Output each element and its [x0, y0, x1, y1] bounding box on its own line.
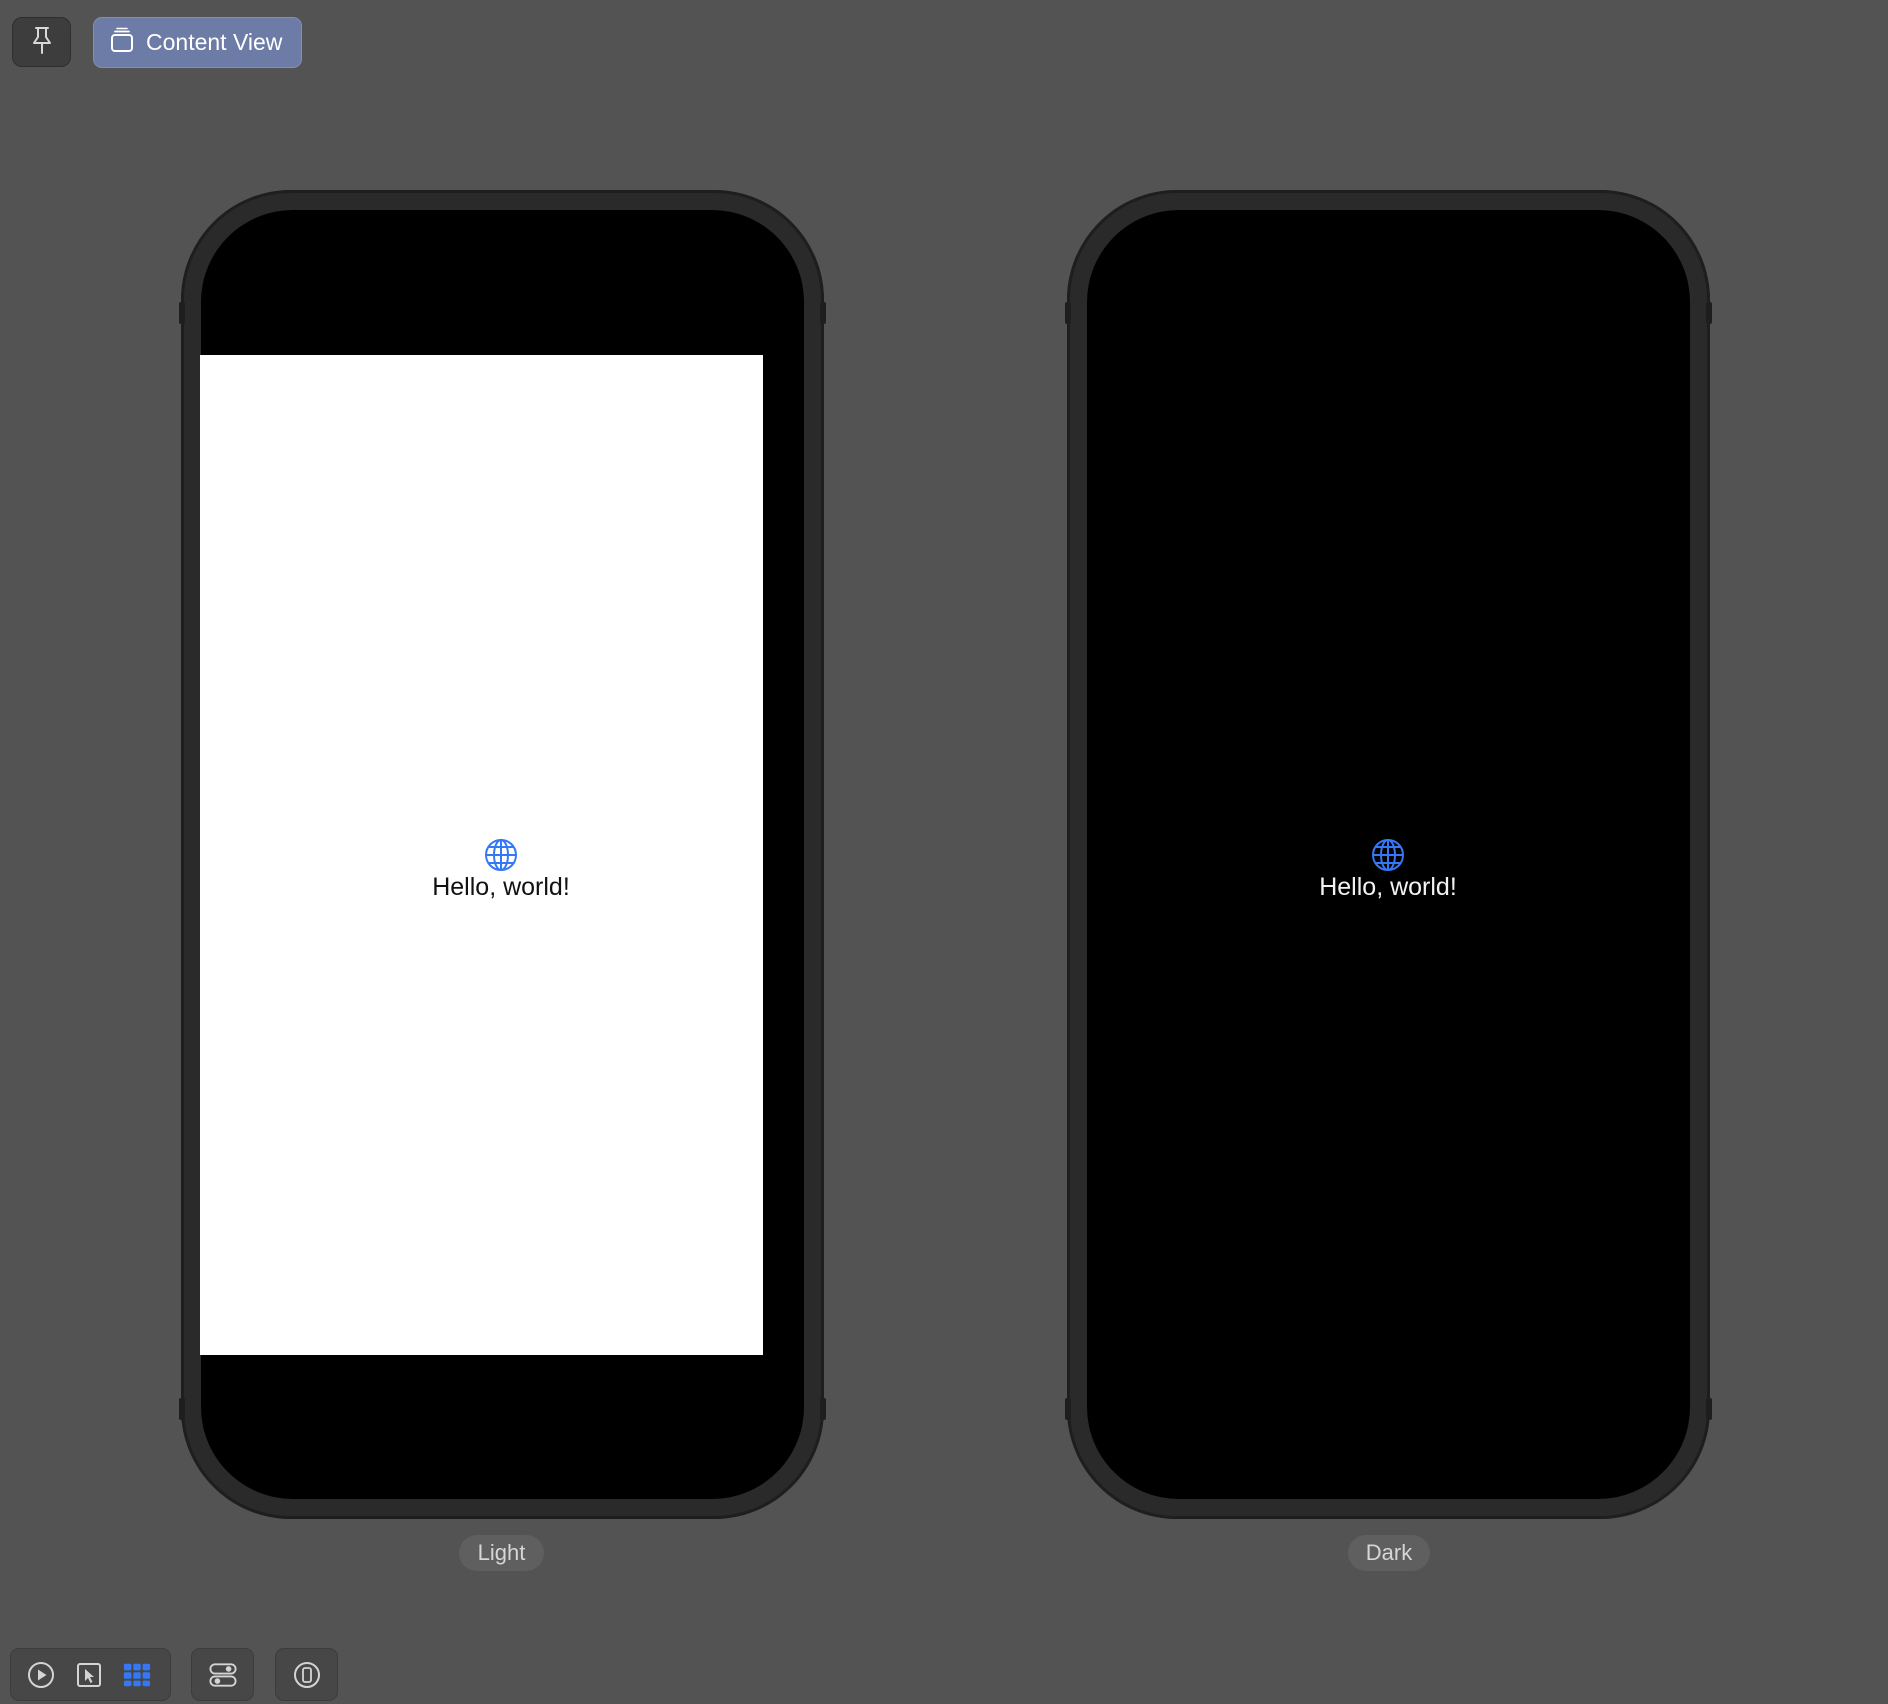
device-icon[interactable] — [293, 1661, 321, 1689]
device-side-button — [1706, 1398, 1712, 1420]
hello-text: Hello, world! — [432, 873, 570, 901]
device-settings-group — [275, 1648, 338, 1701]
select-cursor-icon[interactable] — [75, 1661, 103, 1689]
device-side-button — [179, 302, 185, 324]
variant-label-dark: Dark — [1348, 1535, 1430, 1571]
content-view-label: Content View — [146, 29, 283, 55]
pin-button[interactable] — [12, 17, 71, 67]
device-side-button — [1065, 1398, 1071, 1420]
toggles-icon[interactable] — [208, 1661, 237, 1689]
hello-text: Hello, world! — [1319, 873, 1457, 901]
content-view-preview-light: Hello, world! — [351, 838, 651, 902]
stack-icon — [110, 27, 134, 59]
grid-icon[interactable] — [123, 1661, 151, 1689]
variants-group — [191, 1648, 254, 1701]
pin-icon — [30, 25, 54, 60]
variant-label-light: Light — [459, 1535, 544, 1571]
content-view-preview-dark: Hello, world! — [1238, 838, 1538, 902]
device-side-button — [179, 1398, 185, 1420]
play-icon[interactable] — [27, 1661, 55, 1689]
globe-icon — [351, 838, 651, 872]
device-side-button — [820, 1398, 826, 1420]
content-view-button[interactable]: Content View — [93, 17, 302, 68]
preview-mode-group — [10, 1648, 171, 1701]
device-side-button — [1706, 302, 1712, 324]
device-side-button — [1065, 302, 1071, 324]
device-side-button — [820, 302, 826, 324]
globe-icon — [1238, 838, 1538, 872]
